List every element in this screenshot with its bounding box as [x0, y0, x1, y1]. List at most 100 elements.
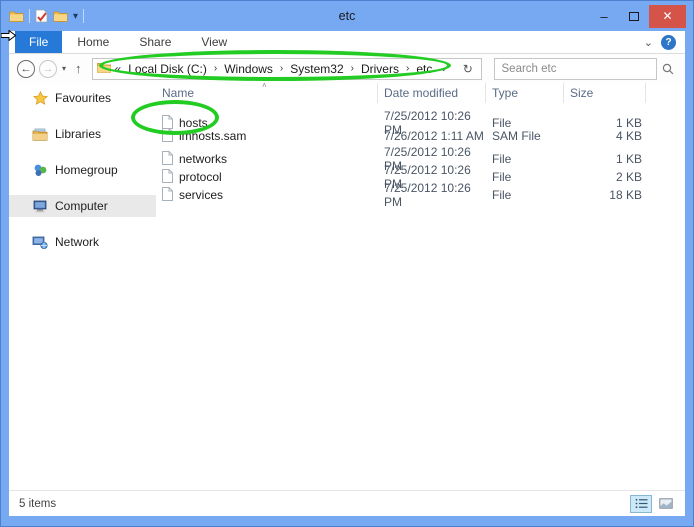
back-button[interactable]: ←: [17, 60, 35, 78]
file-type: File: [486, 188, 564, 202]
maximize-icon: [629, 12, 639, 21]
address-bar[interactable]: « Local Disk (C:) › Windows › System32 ›…: [92, 58, 482, 80]
tab-file[interactable]: File: [15, 31, 62, 53]
breadcrumb-separator-icon: ›: [280, 63, 283, 74]
file-name: protocol: [179, 170, 222, 184]
help-icon[interactable]: ?: [661, 35, 676, 50]
breadcrumb-item-local-disk[interactable]: Local Disk (C:): [128, 62, 207, 76]
sidebar-item-computer[interactable]: Computer: [9, 195, 156, 217]
column-header-date-modified[interactable]: Date modified: [378, 83, 486, 103]
breadcrumb-item-system32[interactable]: System32: [290, 62, 343, 76]
file-type: File: [486, 152, 564, 166]
explorer-window: ▾ etc – ✕ File Home Share View ⌄ ? ← → ▾…: [0, 0, 694, 527]
search-input[interactable]: [495, 63, 656, 75]
sidebar-item-label: Computer: [55, 199, 108, 213]
qat-properties-icon[interactable]: [35, 9, 48, 23]
title-bar: ▾ etc – ✕: [1, 1, 693, 31]
breadcrumb-separator-icon: ›: [406, 63, 409, 74]
file-row-hosts[interactable]: hosts 7/25/2012 10:26 PM File 1 KB: [156, 109, 685, 127]
main-area: Favourites Libraries Homegroup: [9, 83, 685, 490]
file-row-networks[interactable]: networks 7/25/2012 10:26 PM File 1 KB: [156, 145, 685, 163]
refresh-icon[interactable]: ↻: [455, 62, 481, 76]
breadcrumb-item-etc[interactable]: etc: [416, 62, 432, 76]
file-size: 18 KB: [564, 188, 646, 202]
sidebar-item-network[interactable]: Network: [9, 231, 156, 253]
file-name: networks: [179, 152, 227, 166]
sidebar-item-libraries[interactable]: Libraries: [9, 123, 156, 145]
sidebar-item-label: Libraries: [55, 127, 101, 141]
qat-separator: [83, 9, 84, 23]
quick-access-toolbar: ▾: [1, 9, 84, 23]
tab-share[interactable]: Share: [124, 31, 186, 53]
ribbon-tabs: File Home Share View ⌄ ?: [9, 31, 685, 54]
close-button[interactable]: ✕: [649, 5, 686, 28]
qat-separator: [29, 9, 30, 23]
file-row-lmhosts[interactable]: lmhosts.sam 7/26/2012 1:11 AM SAM File 4…: [156, 127, 685, 145]
sidebar-item-favourites[interactable]: Favourites: [9, 87, 156, 109]
large-icons-view-icon: [659, 498, 673, 509]
file-icon: [162, 128, 173, 145]
column-header-size[interactable]: Size: [564, 83, 646, 103]
file-size: 4 KB: [564, 129, 646, 143]
search-box: [494, 58, 657, 80]
file-date: 7/26/2012 1:11 AM: [378, 129, 486, 143]
caption-buttons: – ✕: [589, 1, 693, 31]
file-type: File: [486, 170, 564, 184]
maximize-button[interactable]: [619, 5, 649, 27]
file-size: 1 KB: [564, 152, 646, 166]
sidebar-item-label: Favourites: [55, 91, 111, 105]
tabs-spacer: [242, 31, 636, 53]
navigation-toolbar: ← → ▾ ↑ « Local Disk (C:) › Windows › Sy…: [9, 54, 685, 83]
file-size: 2 KB: [564, 170, 646, 184]
file-name: lmhosts.sam: [179, 129, 246, 143]
search-icon[interactable]: [656, 63, 680, 75]
recent-locations-icon[interactable]: ▾: [57, 64, 71, 73]
sidebar-item-homegroup[interactable]: Homegroup: [9, 159, 156, 181]
breadcrumb-overflow-icon[interactable]: «: [115, 62, 122, 76]
breadcrumb-separator-icon: ›: [214, 63, 217, 74]
address-folder-icon: [97, 62, 111, 76]
item-count: 5 items: [19, 498, 56, 510]
computer-icon: [32, 198, 48, 214]
qat-newfolder-icon[interactable]: [53, 10, 68, 22]
large-icons-view-button[interactable]: [655, 495, 677, 513]
up-button[interactable]: ↑: [71, 61, 86, 76]
file-type: SAM File: [486, 129, 564, 143]
star-icon: [32, 90, 48, 106]
sidebar-item-label: Network: [55, 235, 99, 249]
tab-view[interactable]: View: [186, 31, 242, 53]
ribbon-collapse-icon[interactable]: ⌄: [636, 31, 661, 53]
network-icon: [32, 234, 48, 250]
file-name: services: [179, 188, 223, 202]
column-headers: ˄ Name Date modified Type Size: [156, 83, 685, 103]
address-dropdown-icon[interactable]: ⌄: [432, 63, 454, 74]
file-icon: [162, 187, 173, 204]
libraries-icon: [32, 126, 48, 142]
file-size: 1 KB: [564, 116, 646, 130]
breadcrumb-item-drivers[interactable]: Drivers: [361, 62, 399, 76]
details-view-button[interactable]: [630, 495, 652, 513]
view-buttons: [630, 495, 677, 513]
file-date: 7/25/2012 10:26 PM: [378, 181, 486, 209]
app-folder-icon: [9, 10, 24, 22]
navigation-pane: Favourites Libraries Homegroup: [9, 83, 156, 490]
sidebar-item-label: Homegroup: [55, 163, 118, 177]
qat-dropdown-icon[interactable]: ▾: [73, 10, 78, 22]
minimize-button[interactable]: –: [589, 5, 619, 27]
breadcrumb-item-windows[interactable]: Windows: [224, 62, 273, 76]
sort-ascending-icon: ˄: [262, 83, 267, 90]
file-list: ˄ Name Date modified Type Size hosts 7/2…: [156, 83, 685, 490]
breadcrumb: « Local Disk (C:) › Windows › System32 ›…: [115, 62, 433, 76]
file-type: File: [486, 116, 564, 130]
breadcrumb-separator-icon: ›: [351, 63, 354, 74]
homegroup-icon: [32, 162, 48, 178]
details-view-icon: [635, 498, 648, 509]
column-header-name[interactable]: Name: [156, 83, 378, 103]
status-bar: 5 items: [9, 490, 685, 516]
file-icon: [162, 151, 173, 168]
column-header-type[interactable]: Type: [486, 83, 564, 103]
file-icon: [162, 169, 173, 186]
forward-button[interactable]: →: [39, 60, 57, 78]
window-body: File Home Share View ⌄ ? ← → ▾ ↑ « Local…: [9, 31, 685, 516]
tab-home[interactable]: Home: [62, 31, 124, 53]
